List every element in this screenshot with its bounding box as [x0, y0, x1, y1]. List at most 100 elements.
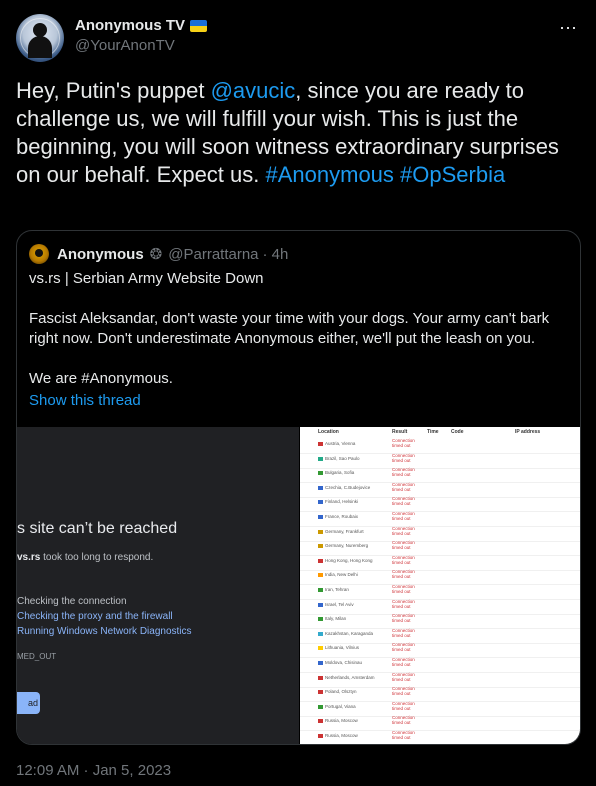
row-location: Kazakhstan, Karaganda: [325, 630, 374, 636]
row-result: Connection timed out: [392, 540, 415, 551]
table-row: Germany, Nuremberg Connection timed out: [300, 540, 580, 557]
reload-button: ad: [17, 692, 40, 714]
country-flag-icon: [318, 588, 323, 592]
media-image-left[interactable]: s site can’t be reached vs.rs took too l…: [17, 427, 299, 744]
country-flag-icon: [318, 558, 323, 563]
table-row: Netherlands, Amsterdam Connection timed ou…: [300, 672, 580, 688]
col-ip: IP address: [515, 429, 541, 435]
country-flag-icon: [318, 675, 323, 680]
country-flag-icon: [318, 544, 323, 549]
error-domain: vs.rs: [17, 552, 41, 563]
table-row: Germany, Frankfurt Connection timed out: [300, 526, 580, 542]
col-code: Code: [451, 429, 464, 435]
suggestion-3: Running Windows Network Diagnostics: [17, 626, 192, 637]
country-flag-icon: [318, 442, 323, 446]
row-location: Germany, Nuremberg: [325, 543, 369, 549]
row-result: Connection timed out: [392, 700, 415, 711]
author-block[interactable]: Anonymous TV @YourAnonTV: [75, 17, 208, 54]
tweet-text-segment: Hey, Putin's puppet: [16, 78, 211, 103]
row-location: India, New Delhi: [325, 572, 358, 578]
row-result: Connection timed out: [392, 584, 415, 594]
row-location: Poland, Olsztyn: [325, 689, 357, 695]
row-location: Portugal, Viana: [325, 703, 356, 709]
error-subtitle: vs.rs took too long to respond.: [17, 552, 153, 563]
row-location: Germany, Frankfurt: [325, 528, 364, 534]
table-row: Iran, Tehran Connection timed out: [300, 584, 580, 600]
row-result: Connection timed out: [392, 627, 415, 638]
country-flag-icon: [318, 515, 323, 519]
author-handle[interactable]: @YourAnonTV: [75, 37, 207, 54]
display-name-text[interactable]: Anonymous TV: [75, 17, 185, 34]
country-flag-icon: [318, 719, 323, 724]
row-result: Connection timed out: [392, 730, 415, 740]
error-title: s site can’t be reached: [17, 520, 178, 537]
row-result: Connection timed out: [392, 686, 415, 697]
country-flag-icon: [318, 573, 323, 578]
row-location: Russia, Moscow: [325, 733, 358, 738]
media-image-right[interactable]: Location Result Time Code IP address Aus…: [300, 427, 580, 744]
quoted-author-handle[interactable]: @Parrattarna: [168, 246, 258, 263]
country-flag-icon: [318, 529, 323, 534]
country-flag-icon: [318, 734, 323, 738]
table-row: France, Roubaix Connection timed out: [300, 511, 580, 527]
row-result: Connection timed out: [392, 657, 415, 667]
row-result: Connection timed out: [392, 525, 415, 536]
quoted-author-name[interactable]: Anonymous: [57, 246, 144, 263]
col-result: Result: [392, 429, 408, 435]
row-result: Connection timed out: [392, 467, 415, 478]
row-location: Finland, Helsinki: [325, 499, 359, 505]
avatar[interactable]: [16, 14, 64, 62]
row-result: Connection timed out: [392, 511, 415, 521]
row-location: France, Roubaix: [325, 514, 359, 519]
more-options-icon[interactable]: ⋯: [559, 18, 578, 39]
row-result: Connection timed out: [392, 554, 415, 565]
tweet-header: Anonymous TV @YourAnonTV ⋯: [16, 14, 580, 62]
table-row: Portugal, Viana Connection timed out: [300, 701, 580, 717]
country-flag-icon: [318, 661, 323, 665]
tweet-link[interactable]: #Anonymous: [266, 162, 394, 187]
row-location: Iran, Tehran: [325, 587, 349, 592]
table-row: Israel, Tel Aviv Connection timed out: [300, 599, 580, 615]
table-row: Austria, Vienna Connection timed out: [300, 438, 580, 454]
table-row: Hong Kong, Hong Kong Connection timed out: [300, 555, 580, 571]
country-flag-icon: [318, 485, 323, 490]
quoted-line-2: Fascist Aleksandar, don't waste your tim…: [29, 310, 550, 347]
avatar-head: [33, 23, 47, 37]
country-flag-icon: [318, 471, 323, 476]
country-flag-icon: [318, 646, 323, 651]
tweet-timestamp[interactable]: 12:09 AM · Jan 5, 2023: [16, 762, 171, 779]
country-flag-icon: [318, 602, 323, 607]
row-location: Russia, Moscow: [325, 718, 358, 724]
quoted-tweet-body: vs.rs | Serbian Army Website Down Fascis…: [29, 269, 569, 411]
row-result: Connection timed out: [392, 642, 415, 653]
country-flag-icon: [318, 704, 323, 709]
quoted-avatar[interactable]: [29, 244, 49, 264]
row-result: Connection timed out: [392, 613, 415, 624]
error-subtitle-rest: took too long to respond.: [40, 552, 154, 563]
row-location: Austria, Vienna: [325, 441, 356, 446]
tweet-link[interactable]: @avucic: [211, 78, 296, 103]
table-row: Poland, Olsztyn Connection timed out: [300, 686, 580, 703]
row-location: Brazil, Sao Paulo: [325, 455, 360, 461]
table-row: India, New Delhi Connection timed out: [300, 569, 580, 586]
row-location: Lithuania, Vilnius: [325, 645, 359, 651]
country-flag-icon: [318, 617, 323, 622]
row-location: Hong Kong, Hong Kong: [325, 557, 373, 563]
row-result: Connection timed out: [392, 569, 415, 580]
quoted-tweet[interactable]: Anonymous ❂ @Parrattarna · 4h vs.rs | Se…: [16, 230, 581, 745]
table-row: Lithuania, Vilnius Connection timed out: [300, 642, 580, 659]
table-row: Moldova, Chisinau Connection timed out: [300, 657, 580, 673]
quoted-media[interactable]: s site can’t be reached vs.rs took too l…: [17, 427, 580, 744]
show-thread-link[interactable]: Show this thread: [29, 391, 569, 411]
table-row: Finland, Helsinki Connection timed out: [300, 496, 580, 513]
row-result: Connection timed out: [392, 715, 415, 726]
avatar-body: [28, 36, 52, 58]
col-time: Time: [427, 429, 439, 435]
row-location: Netherlands, Amsterdam: [325, 674, 375, 680]
tweet-link[interactable]: #OpSerbia: [400, 162, 505, 187]
country-flag-icon: [318, 456, 323, 461]
row-result: Connection timed out: [392, 481, 415, 492]
quoted-time: · 4h: [262, 245, 289, 263]
display-name[interactable]: Anonymous TV: [75, 17, 208, 34]
row-result: Connection timed out: [392, 496, 415, 507]
